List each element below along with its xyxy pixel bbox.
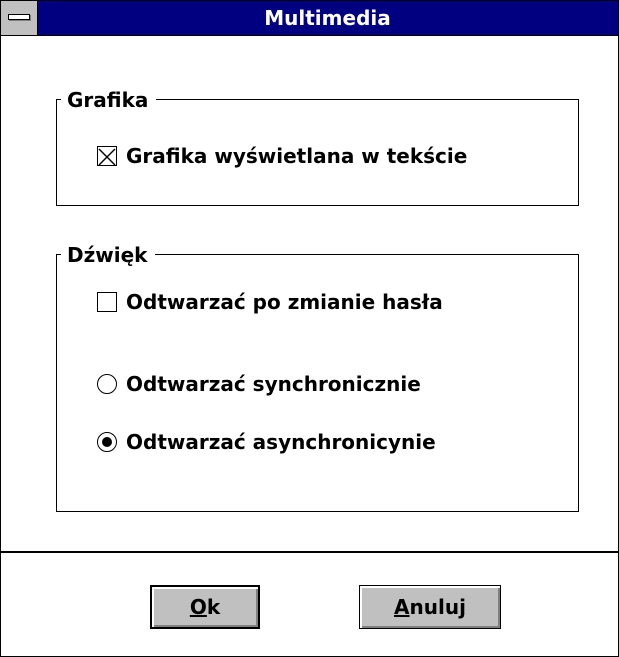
title-bar[interactable]: Multimedia [1, 1, 618, 36]
cancel-button-mnemonic: A [394, 595, 410, 619]
radio-async-row[interactable]: Odtwarzać asynchronicynie [97, 430, 436, 454]
button-area-separator [1, 551, 618, 553]
radio-async-label: Odtwarzać asynchronicynie [126, 430, 436, 454]
grafika-group-label: Grafika [61, 88, 157, 112]
radio-sync-label: Odtwarzać synchronicznie [126, 372, 421, 396]
grafika-checkbox-row[interactable]: Grafika wyświetlana w tekście [97, 144, 467, 168]
dzwiek-group-label: Dźwięk [61, 243, 156, 267]
grafika-checkbox[interactable] [97, 146, 117, 166]
radio-selected-dot-icon [102, 437, 112, 447]
dzwiek-checkbox-row[interactable]: Odtwarzać po zmianie hasła [97, 290, 443, 314]
cancel-button-label: nuluj [409, 595, 466, 619]
dzwiek-checkbox[interactable] [97, 292, 117, 312]
radio-sync[interactable] [97, 374, 117, 394]
radio-async[interactable] [97, 432, 117, 452]
cancel-button[interactable]: Anuluj [359, 585, 501, 629]
dzwiek-checkbox-label: Odtwarzać po zmianie hasła [126, 290, 443, 314]
radio-sync-row[interactable]: Odtwarzać synchronicznie [97, 372, 421, 396]
grafika-checkbox-label: Grafika wyświetlana w tekście [126, 144, 468, 168]
system-menu-button[interactable] [1, 1, 38, 35]
ok-button-mnemonic: O [189, 595, 207, 619]
ok-button[interactable]: Ok [150, 585, 260, 629]
system-menu-icon [8, 14, 30, 20]
ok-button-label: k [206, 595, 221, 619]
checkbox-x-icon [98, 148, 116, 166]
multimedia-dialog: Multimedia Grafika Grafika wyświetlana w… [0, 0, 619, 657]
window-title: Multimedia [264, 6, 391, 30]
